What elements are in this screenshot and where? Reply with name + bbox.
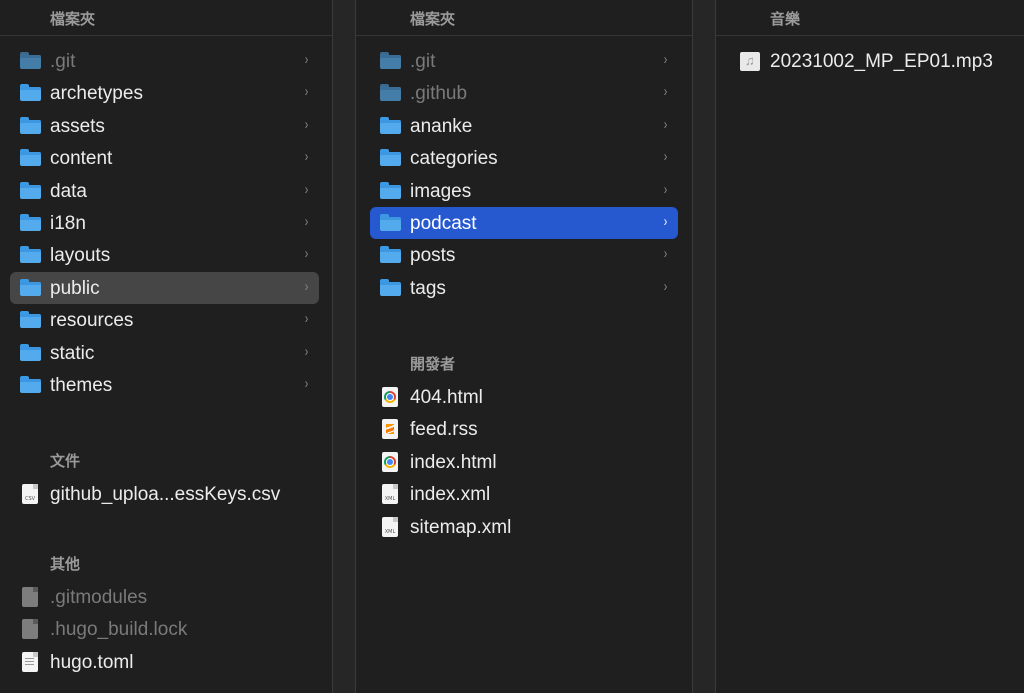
music-section-title: 音樂 — [770, 11, 801, 28]
item-name: public — [50, 277, 100, 299]
item-name: resources — [50, 310, 134, 332]
item-name: github_uploa...essKeys.csv — [50, 484, 281, 505]
chevron-right-icon: › — [663, 213, 668, 230]
item-name: tags — [410, 277, 446, 299]
folder-row-git[interactable]: .git › — [370, 45, 678, 77]
chevron-right-icon: › — [663, 83, 668, 101]
item-name: .hugo_build.lock — [50, 619, 188, 641]
column-header: 音樂 — [716, 0, 1024, 36]
folder-row-tags[interactable]: tags › — [370, 272, 678, 304]
chevron-right-icon: › — [304, 148, 309, 166]
chevron-right-icon: › — [304, 245, 309, 263]
item-name: categories — [410, 148, 498, 170]
chevron-right-icon: › — [663, 115, 668, 133]
item-name: .github — [410, 83, 468, 105]
folder-row-i18n[interactable]: i18n › — [10, 207, 319, 239]
column-public: 檔案夾 .git › .github › ananke › categories › image… — [356, 0, 692, 693]
file-row-20231002-mp-ep01-mp3[interactable]: ♫ 20231002_MP_EP01.mp3 — [730, 45, 1020, 77]
file-row-index-html[interactable]: index.html — [370, 446, 678, 478]
item-name: i18n — [50, 213, 86, 234]
item-name: .gitmodules — [50, 587, 148, 608]
item-name: .git — [410, 51, 436, 72]
folder-row-git[interactable]: .git › — [10, 45, 319, 77]
folder-row-data[interactable]: data › — [10, 175, 319, 207]
chevron-right-icon: › — [304, 277, 309, 295]
item-name: ananke — [410, 115, 473, 137]
folder-row-categories[interactable]: categories › — [370, 142, 678, 174]
item-name: posts — [410, 245, 456, 267]
folder-row-podcast[interactable]: podcast › — [370, 207, 678, 239]
item-name: layouts — [50, 245, 111, 267]
item-name: sitemap.xml — [410, 516, 512, 538]
folder-row-layouts[interactable]: layouts › — [10, 239, 319, 271]
file-row-gitmodules[interactable]: .gitmodules — [10, 581, 319, 613]
chevron-right-icon: › — [663, 180, 668, 198]
file-row-404-html[interactable]: 404.html — [370, 381, 678, 413]
item-name: images — [410, 180, 472, 202]
item-name: data — [50, 180, 87, 202]
item-name: podcast — [410, 213, 477, 234]
folder-row-static[interactable]: static › — [10, 337, 319, 369]
item-name: static — [50, 342, 95, 364]
column-header: 檔案夾 — [0, 0, 332, 36]
file-row-index-xml[interactable]: XML index.xml — [370, 478, 678, 510]
chevron-right-icon: › — [304, 375, 309, 392]
folder-row-resources[interactable]: resources › — [10, 304, 319, 336]
column-resize-divider[interactable] — [332, 0, 356, 693]
item-name: 404.html — [410, 387, 483, 408]
item-name: .git — [50, 51, 76, 72]
file-row-github-uploa-esskeys-csv[interactable]: CSV github_uploa...essKeys.csv — [10, 478, 319, 510]
folder-row-images[interactable]: images › — [370, 175, 678, 207]
item-name: hugo.toml — [50, 651, 134, 673]
chevron-right-icon: › — [663, 51, 668, 68]
folder-row-archetypes[interactable]: archetypes › — [10, 77, 319, 109]
folders-section-title: 檔案夾 — [410, 11, 456, 28]
column-resize-divider[interactable] — [692, 0, 716, 693]
chevron-right-icon: › — [304, 342, 309, 360]
item-name: feed.rss — [410, 419, 478, 441]
item-name: content — [50, 148, 113, 170]
item-name: index.html — [410, 451, 497, 473]
chevron-right-icon: › — [663, 148, 668, 166]
item-name: archetypes — [50, 83, 143, 105]
chevron-right-icon: › — [663, 277, 668, 295]
chevron-right-icon: › — [304, 310, 309, 328]
item-name: assets — [50, 115, 105, 137]
documents-section-title: 文件 — [50, 453, 81, 470]
file-row-feed-rss[interactable]: feed.rss — [370, 413, 678, 445]
chevron-right-icon: › — [304, 213, 309, 230]
file-row-hugo-build-lock[interactable]: .hugo_build.lock — [10, 613, 319, 645]
column-project-root: 檔案夾 .git › archetypes › assets › content › data ›… — [0, 0, 332, 693]
chevron-right-icon: › — [304, 51, 309, 68]
folder-row-assets[interactable]: assets › — [10, 110, 319, 142]
folder-row-public[interactable]: public › — [10, 271, 319, 304]
chevron-right-icon: › — [304, 115, 309, 133]
file-row-hugo-toml[interactable]: hugo.toml — [10, 646, 319, 678]
developer-section-title: 開發者 — [410, 356, 456, 373]
folder-row-posts[interactable]: posts › — [370, 239, 678, 271]
chevron-right-icon: › — [304, 180, 309, 198]
file-row-sitemap-xml[interactable]: XML sitemap.xml — [370, 511, 678, 543]
column-podcast: 音樂 ♫ 20231002_MP_EP01.mp3 — [716, 0, 1024, 693]
chevron-right-icon: › — [663, 245, 668, 263]
item-name: themes — [50, 375, 113, 396]
folder-row-github[interactable]: .github › — [370, 77, 678, 109]
column-header: 檔案夾 — [356, 0, 692, 36]
folder-row-themes[interactable]: themes › — [10, 369, 319, 401]
chevron-right-icon: › — [304, 83, 309, 101]
item-name: index.xml — [410, 484, 491, 506]
folder-row-content[interactable]: content › — [10, 142, 319, 174]
others-section-title: 其他 — [50, 556, 81, 573]
folders-section-title: 檔案夾 — [50, 11, 96, 28]
item-name: 20231002_MP_EP01.mp3 — [770, 51, 993, 72]
folder-row-ananke[interactable]: ananke › — [370, 110, 678, 142]
